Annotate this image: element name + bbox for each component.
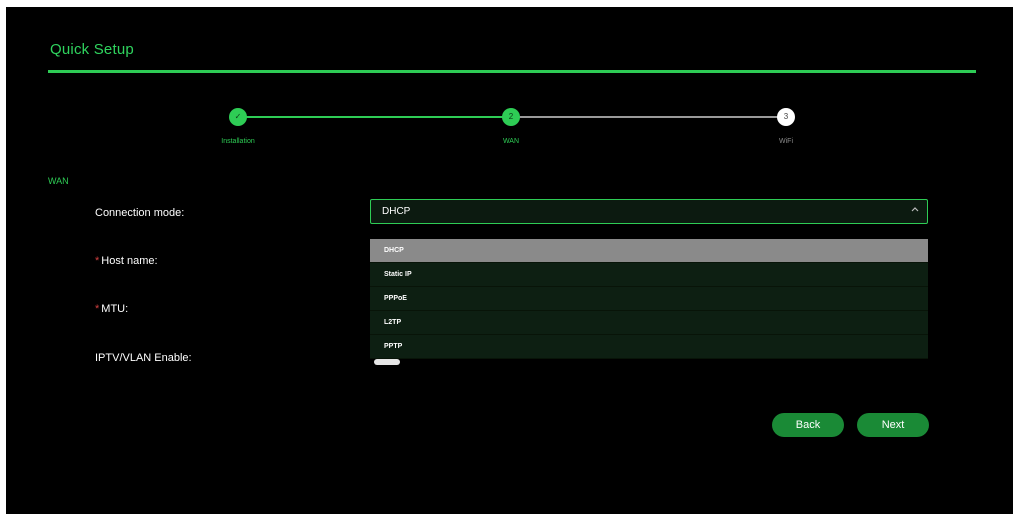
connection-mode-value: DHCP	[382, 206, 411, 217]
connection-mode-select[interactable]: DHCP	[370, 199, 928, 224]
dropdown-option-pppoe[interactable]: PPPoE	[370, 287, 928, 311]
step-wan-label: WAN	[502, 138, 520, 145]
mtu-label: * MTU:	[95, 303, 128, 315]
step-wan-marker: 2	[502, 108, 520, 126]
dropdown-option-l2tp[interactable]: L2TP	[370, 311, 928, 335]
section-title-wan: WAN	[48, 176, 69, 186]
step-wifi-marker: 3	[777, 108, 795, 126]
stepper-progress-pending	[518, 116, 784, 118]
connection-mode-label-text: Connection mode:	[95, 207, 185, 219]
required-marker: *	[95, 303, 100, 315]
page-title: Quick Setup	[50, 41, 134, 58]
required-marker: *	[95, 255, 100, 267]
connection-mode-dropdown: DHCP Static IP PPPoE L2TP PPTP	[370, 239, 928, 359]
dropdown-option-pptp[interactable]: PPTP	[370, 335, 928, 359]
dropdown-option-static-ip[interactable]: Static IP	[370, 263, 928, 287]
back-button[interactable]: Back	[772, 413, 844, 437]
dropdown-option-dhcp[interactable]: DHCP	[370, 239, 928, 263]
step-installation-label: Installation	[221, 138, 255, 145]
chevron-up-icon	[910, 205, 920, 215]
host-name-label: * Host name:	[95, 255, 158, 267]
iptv-vlan-label-text: IPTV/VLAN Enable:	[95, 352, 192, 364]
iptv-vlan-label: IPTV/VLAN Enable:	[95, 352, 192, 364]
connection-mode-label: Connection mode:	[95, 207, 184, 219]
quick-setup-panel: Quick Setup ✓ 2 3 Installation WAN WiFi …	[6, 7, 1013, 514]
step-wifi-label: WiFi	[779, 138, 793, 145]
title-divider	[48, 70, 976, 73]
next-button[interactable]: Next	[857, 413, 929, 437]
mtu-label-text: MTU:	[101, 303, 129, 315]
host-name-label-text: Host name:	[101, 255, 158, 267]
step-installation-check-icon: ✓	[229, 108, 247, 126]
iptv-vlan-toggle[interactable]	[374, 359, 400, 365]
stepper-progress-complete	[244, 116, 510, 118]
